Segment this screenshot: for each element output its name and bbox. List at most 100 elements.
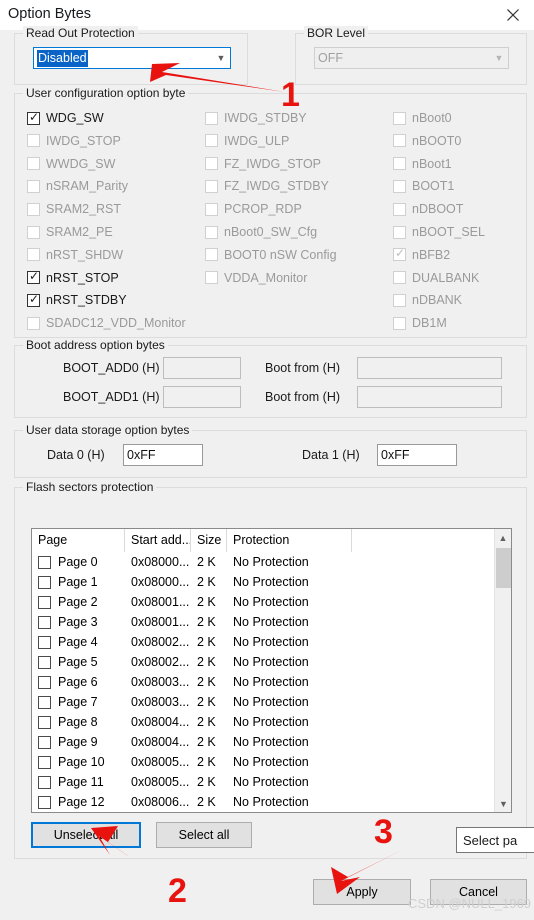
checkbox-box[interactable]: ✓ (205, 248, 218, 262)
page-checkbox[interactable] (38, 595, 51, 609)
checkbox-pcrop-rdp[interactable]: ✓ PCROP_RDP (205, 200, 302, 218)
chevron-up-icon[interactable]: ▲ (495, 529, 511, 546)
table-row[interactable]: Page 0 0x08000... 2 K No Protection (32, 552, 494, 572)
table-column-header[interactable] (352, 529, 492, 552)
page-cell[interactable]: Page 5 (32, 652, 125, 672)
checkbox-box[interactable]: ✓ (205, 202, 218, 216)
table-vertical-scrollbar[interactable]: ▲ ▼ (494, 529, 511, 812)
scrollbar-thumb[interactable] (496, 548, 511, 588)
checkbox-box[interactable]: ✓ (205, 225, 218, 239)
checkbox-box[interactable]: ✓ (393, 271, 406, 285)
checkbox-box[interactable]: ✓ (27, 270, 40, 285)
page-checkbox[interactable] (38, 555, 51, 569)
checkbox-box[interactable]: ✓ (393, 225, 406, 239)
checkbox-box[interactable]: ✓ (393, 179, 406, 193)
checkbox-box[interactable]: ✓ (393, 157, 406, 171)
table-column-header[interactable]: Start add... (125, 529, 191, 552)
checkbox-iwdg-ulp[interactable]: ✓ IWDG_ULP (205, 132, 289, 150)
page-checkbox[interactable] (38, 615, 51, 629)
table-row[interactable]: Page 9 0x08004... 2 K No Protection (32, 732, 494, 752)
checkbox-sram2-rst[interactable]: ✓ SRAM2_RST (27, 200, 121, 218)
checkbox-box[interactable]: ✓ (205, 134, 218, 148)
checkbox-box[interactable]: ✓ (393, 202, 406, 216)
checkbox-nbfb2[interactable]: ✓ nBFB2 (393, 246, 450, 264)
apply-button[interactable]: Apply (313, 879, 411, 905)
checkbox-box[interactable]: ✓ (27, 202, 40, 216)
table-column-header[interactable]: Protection (227, 529, 352, 552)
table-row[interactable]: Page 2 0x08001... 2 K No Protection (32, 592, 494, 612)
checkbox-box[interactable]: ✓ (27, 248, 40, 262)
checkbox-box[interactable]: ✓ (27, 110, 40, 125)
checkbox-wdg-sw[interactable]: ✓ WDG_SW (27, 109, 104, 127)
page-cell[interactable]: Page 8 (32, 712, 125, 732)
checkbox-fz-iwdg-stdby[interactable]: ✓ FZ_IWDG_STDBY (205, 177, 329, 195)
checkbox-wwdg-sw[interactable]: ✓ WWDG_SW (27, 155, 115, 173)
page-cell[interactable]: Page 6 (32, 672, 125, 692)
page-checkbox[interactable] (38, 695, 51, 709)
page-cell[interactable]: Page 12 (32, 792, 125, 812)
checkbox-ndboot[interactable]: ✓ nDBOOT (393, 200, 463, 218)
table-row[interactable]: Page 12 0x08006... 2 K No Protection (32, 792, 494, 812)
page-checkbox[interactable] (38, 795, 51, 809)
table-row[interactable]: Page 11 0x08005... 2 K No Protection (32, 772, 494, 792)
checkbox-nrst-stdby[interactable]: ✓ nRST_STDBY (27, 291, 127, 309)
data1-input[interactable]: 0xFF (377, 444, 457, 466)
page-checkbox[interactable] (38, 775, 51, 789)
checkbox-sdadc12-vdd-monitor[interactable]: ✓ SDADC12_VDD_Monitor (27, 314, 186, 332)
checkbox-box[interactable]: ✓ (205, 179, 218, 193)
bor-level-combo[interactable]: OFF ▼ (314, 47, 509, 69)
checkbox-ndbank[interactable]: ✓ nDBANK (393, 291, 462, 309)
checkbox-nboot1[interactable]: ✓ nBoot1 (393, 155, 452, 173)
checkbox-nboot-sel[interactable]: ✓ nBOOT_SEL (393, 223, 485, 241)
page-cell[interactable]: Page 7 (32, 692, 125, 712)
checkbox-db1m[interactable]: ✓ DB1M (393, 314, 447, 332)
page-cell[interactable]: Page 9 (32, 732, 125, 752)
checkbox-fz-iwdg-stop[interactable]: ✓ FZ_IWDG_STOP (205, 155, 321, 173)
table-row[interactable]: Page 5 0x08002... 2 K No Protection (32, 652, 494, 672)
checkbox-vdda-monitor[interactable]: ✓ VDDA_Monitor (205, 269, 307, 287)
table-row[interactable]: Page 4 0x08002... 2 K No Protection (32, 632, 494, 652)
read-out-protection-combo[interactable]: Disabled ▼ (33, 47, 231, 69)
checkbox-dualbank[interactable]: ✓ DUALBANK (393, 269, 479, 287)
page-checkbox[interactable] (38, 635, 51, 649)
page-checkbox[interactable] (38, 755, 51, 769)
boot-add0-input[interactable] (163, 357, 241, 379)
data0-input[interactable]: 0xFF (123, 444, 203, 466)
table-column-header[interactable]: Page (32, 529, 125, 552)
page-cell[interactable]: Page 4 (32, 632, 125, 652)
page-checkbox[interactable] (38, 735, 51, 749)
page-cell[interactable]: Page 10 (32, 752, 125, 772)
checkbox-box[interactable]: ✓ (393, 111, 406, 125)
checkbox-box[interactable]: ✓ (205, 111, 218, 125)
page-cell[interactable]: Page 1 (32, 572, 125, 592)
boot-from1-input[interactable] (357, 386, 502, 408)
table-row[interactable]: Page 3 0x08001... 2 K No Protection (32, 612, 494, 632)
page-checkbox[interactable] (38, 675, 51, 689)
page-checkbox[interactable] (38, 575, 51, 589)
checkbox-box[interactable]: ✓ (27, 179, 40, 193)
checkbox-box[interactable]: ✓ (27, 225, 40, 239)
checkbox-nrst-shdw[interactable]: ✓ nRST_SHDW (27, 246, 123, 264)
checkbox-nboot0[interactable]: ✓ nBOOT0 (393, 132, 461, 150)
boot-add1-input[interactable] (163, 386, 241, 408)
checkbox-box[interactable]: ✓ (27, 134, 40, 148)
boot-from0-input[interactable] (357, 357, 502, 379)
page-cell[interactable]: Page 11 (32, 772, 125, 792)
checkbox-box[interactable]: ✓ (27, 316, 40, 330)
checkbox-nboot0-sw-cfg[interactable]: ✓ nBoot0_SW_Cfg (205, 223, 317, 241)
table-row[interactable]: Page 8 0x08004... 2 K No Protection (32, 712, 494, 732)
checkbox-iwdg-stop[interactable]: ✓ IWDG_STOP (27, 132, 121, 150)
unselect-all-button[interactable]: Unselect all (31, 822, 141, 848)
checkbox-sram2-pe[interactable]: ✓ SRAM2_PE (27, 223, 113, 241)
close-icon[interactable] (492, 0, 534, 30)
checkbox-box[interactable]: ✓ (393, 316, 406, 330)
page-checkbox[interactable] (38, 715, 51, 729)
checkbox-box[interactable]: ✓ (393, 293, 406, 307)
table-row[interactable]: Page 7 0x08003... 2 K No Protection (32, 692, 494, 712)
table-row[interactable]: Page 6 0x08003... 2 K No Protection (32, 672, 494, 692)
checkbox-box[interactable]: ✓ (205, 271, 218, 285)
table-row[interactable]: Page 10 0x08005... 2 K No Protection (32, 752, 494, 772)
checkbox-box[interactable]: ✓ (27, 292, 40, 307)
checkbox-box[interactable]: ✓ (205, 157, 218, 171)
table-column-header[interactable]: Size (191, 529, 227, 552)
